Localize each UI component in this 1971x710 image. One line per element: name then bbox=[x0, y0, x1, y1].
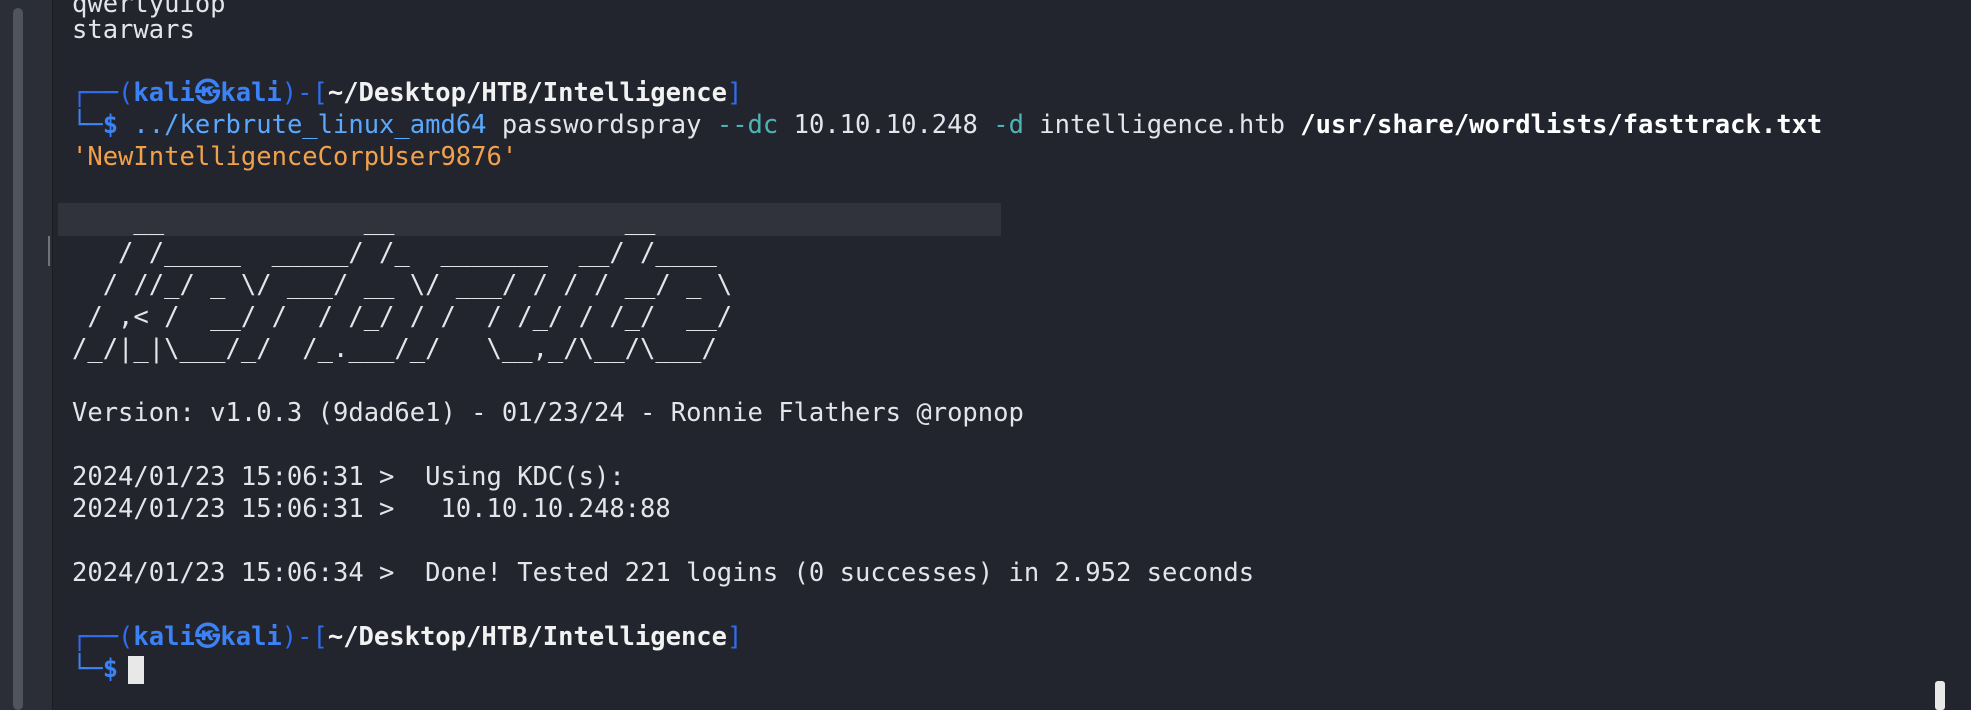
command-exe: ../kerbrute_linux_amd64 bbox=[133, 110, 487, 140]
banner-line: / ,< / __/ / / /_/ / / / /_/ / /_/ __/ bbox=[72, 302, 733, 332]
kali-icon: ㉿ bbox=[194, 78, 221, 108]
version-line: Version: v1.0.3 (9dad6e1) - 01/23/24 - R… bbox=[72, 398, 1024, 428]
terminal-output[interactable]: qwertyuiop starwars ┌──(kali㉿kali)-[~/De… bbox=[72, 0, 1931, 710]
right-scrollbar-thumb[interactable] bbox=[1935, 681, 1945, 710]
prompt-dollar: └─$ bbox=[72, 110, 134, 140]
left-side-panel bbox=[0, 0, 53, 710]
prompt-mid: )-[ bbox=[281, 78, 328, 108]
output-line: starwars bbox=[72, 15, 195, 45]
banner-line: /_/|_|\___/_/ /_.___/_/ \__,_/\__/\___/ bbox=[72, 334, 733, 364]
prompt-host: kali bbox=[220, 78, 282, 108]
prompt-mid: )-[ bbox=[281, 622, 328, 652]
log-line: 2024/01/23 15:06:34 > Done! Tested 221 l… bbox=[72, 558, 1255, 588]
banner-line: / /_____ _____/ /_ _______ __/ /____ bbox=[72, 238, 733, 268]
log-line: 2024/01/23 15:06:31 > Using KDC(s): bbox=[72, 462, 625, 492]
input-line[interactable]: └─$ bbox=[72, 653, 145, 685]
prompt-line-2: ┌──(kali㉿kali)-[~/Desktop/HTB/Intelligen… bbox=[72, 621, 742, 653]
prompt-host: kali bbox=[220, 622, 282, 652]
text-cursor bbox=[128, 656, 145, 684]
banner-line: __ __ __ bbox=[72, 206, 733, 236]
left-scrollbar[interactable] bbox=[13, 8, 23, 710]
prompt-path: ~/Desktop/HTB/Intelligence bbox=[327, 78, 728, 108]
command-dc-flag: --dc bbox=[716, 110, 779, 140]
command-d-flag: -d bbox=[993, 110, 1024, 140]
prompt-line-1: ┌──(kali㉿kali)-[~/Desktop/HTB/Intelligen… bbox=[72, 77, 742, 109]
prompt-open: ┌──( bbox=[72, 78, 134, 108]
prompt-path: ~/Desktop/HTB/Intelligence bbox=[327, 622, 728, 652]
log-line: 2024/01/23 15:06:31 > 10.10.10.248:88 bbox=[72, 494, 671, 524]
prompt-user: kali bbox=[133, 622, 195, 652]
prompt-close: ] bbox=[727, 78, 743, 108]
kali-icon: ㉿ bbox=[194, 622, 221, 652]
panel-divider-marker bbox=[48, 236, 50, 266]
prompt-open: ┌──( bbox=[72, 622, 134, 652]
prompt-close: ] bbox=[727, 622, 743, 652]
command-domain: intelligence.htb bbox=[1039, 110, 1285, 140]
command-dc: 10.10.10.248 bbox=[793, 110, 978, 140]
command-sub: passwordspray bbox=[501, 110, 702, 140]
prompt-dollar: └─$ bbox=[72, 654, 119, 684]
banner-line: / //_/ _ \/ ___/ __ \/ ___/ / / / __/ _ … bbox=[72, 270, 733, 300]
command-password: 'NewIntelligenceCorpUser9876' bbox=[72, 142, 518, 172]
command-line: └─$ ../kerbrute_linux_amd64 passwordspra… bbox=[72, 109, 1822, 141]
command-wordlist: /usr/share/wordlists/fasttrack.txt bbox=[1300, 110, 1823, 140]
prompt-user: kali bbox=[133, 78, 195, 108]
